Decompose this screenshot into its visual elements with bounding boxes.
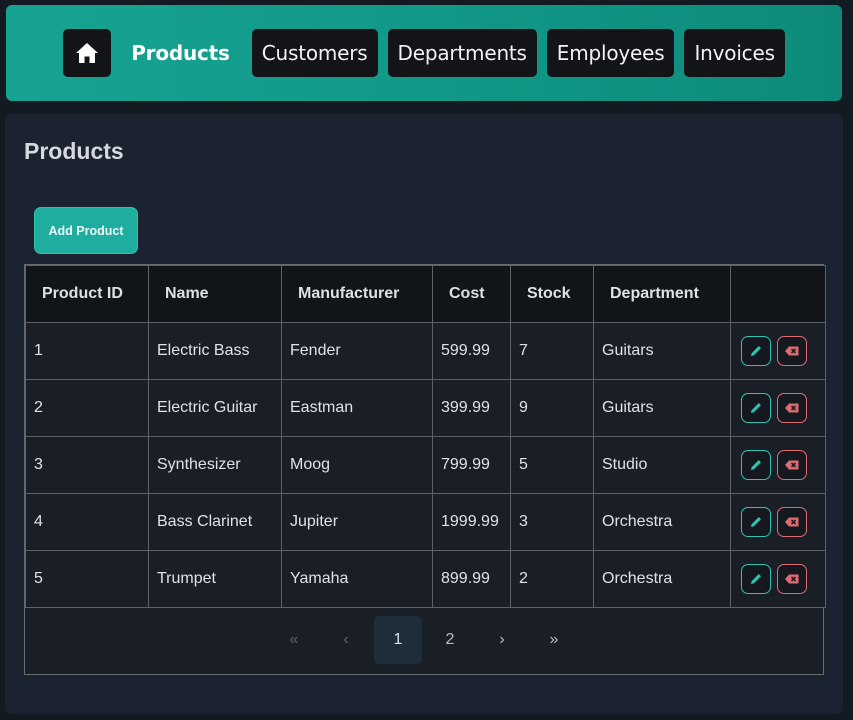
cell-cost: 899.99 xyxy=(432,550,511,608)
cell-product-id: 1 xyxy=(25,322,149,380)
table-row: 3 Synthesizer Moog 799.99 5 Studio xyxy=(25,436,826,494)
cell-actions xyxy=(730,436,826,494)
cell-department: Orchestra xyxy=(593,493,731,551)
delete-icon xyxy=(785,346,799,356)
delete-button[interactable] xyxy=(777,393,807,423)
page-2-button[interactable]: 2 xyxy=(426,616,474,664)
delete-icon xyxy=(785,574,799,584)
first-page-button[interactable]: « xyxy=(270,616,318,664)
column-header-department[interactable]: Department xyxy=(593,265,731,323)
cell-manufacturer: Yamaha xyxy=(281,550,433,608)
last-page-button[interactable]: » xyxy=(530,616,578,664)
page-1-button[interactable]: 1 xyxy=(374,616,422,664)
page-title: Products xyxy=(24,138,124,164)
nav-employees[interactable]: Employees xyxy=(546,29,675,77)
delete-icon xyxy=(785,460,799,470)
nav-customers[interactable]: Customers xyxy=(251,29,378,77)
cell-stock: 9 xyxy=(510,379,594,437)
cell-product-id: 2 xyxy=(25,379,149,437)
cell-cost: 1999.99 xyxy=(432,493,511,551)
cell-stock: 3 xyxy=(510,493,594,551)
delete-button[interactable] xyxy=(777,450,807,480)
cell-actions xyxy=(730,379,826,437)
table-row: 5 Trumpet Yamaha 899.99 2 Orchestra xyxy=(25,550,826,608)
add-product-button[interactable]: Add Product xyxy=(34,207,138,254)
pagination: « ‹ 1 2 › » xyxy=(25,605,823,675)
cell-manufacturer: Moog xyxy=(281,436,433,494)
nav-products[interactable]: Products xyxy=(121,29,242,77)
home-icon xyxy=(76,43,99,63)
cell-name: Electric Guitar xyxy=(148,379,282,437)
cell-cost: 399.99 xyxy=(432,379,511,437)
cell-cost: 799.99 xyxy=(432,436,511,494)
delete-button[interactable] xyxy=(777,564,807,594)
cell-actions xyxy=(730,322,826,380)
cell-name: Trumpet xyxy=(148,550,282,608)
next-page-button[interactable]: › xyxy=(478,616,526,664)
pencil-icon xyxy=(751,517,761,527)
cell-department: Studio xyxy=(593,436,731,494)
edit-button[interactable] xyxy=(741,393,771,423)
home-button[interactable] xyxy=(63,29,112,77)
table-row: 1 Electric Bass Fender 599.99 7 Guitars xyxy=(25,322,826,380)
delete-button[interactable] xyxy=(777,507,807,537)
edit-button[interactable] xyxy=(741,507,771,537)
cell-stock: 7 xyxy=(510,322,594,380)
table-row: 2 Electric Guitar Eastman 399.99 9 Guita… xyxy=(25,379,826,437)
cell-stock: 5 xyxy=(510,436,594,494)
cell-department: Orchestra xyxy=(593,550,731,608)
cell-product-id: 5 xyxy=(25,550,149,608)
prev-page-button[interactable]: ‹ xyxy=(322,616,370,664)
table-row: 4 Bass Clarinet Jupiter 1999.99 3 Orches… xyxy=(25,493,826,551)
cell-manufacturer: Jupiter xyxy=(281,493,433,551)
pencil-icon xyxy=(751,574,761,584)
nav-invoices[interactable]: Invoices xyxy=(684,29,785,77)
cell-department: Guitars xyxy=(593,379,731,437)
cell-department: Guitars xyxy=(593,322,731,380)
delete-button[interactable] xyxy=(777,336,807,366)
pencil-icon xyxy=(751,403,761,413)
column-header-actions xyxy=(730,265,826,323)
cell-manufacturer: Eastman xyxy=(281,379,433,437)
column-header-product-id[interactable]: Product ID xyxy=(25,265,149,323)
cell-stock: 2 xyxy=(510,550,594,608)
top-navbar: Products Customers Departments Employees… xyxy=(6,5,842,101)
cell-product-id: 4 xyxy=(25,493,149,551)
pencil-icon xyxy=(751,460,761,470)
column-header-manufacturer[interactable]: Manufacturer xyxy=(281,265,433,323)
products-panel: Products Add Product Product ID Name Man… xyxy=(5,114,843,714)
cell-actions xyxy=(730,550,826,608)
products-table: Product ID Name Manufacturer Cost Stock … xyxy=(24,264,826,675)
table-header-row: Product ID Name Manufacturer Cost Stock … xyxy=(25,265,826,323)
cell-product-id: 3 xyxy=(25,436,149,494)
cell-cost: 599.99 xyxy=(432,322,511,380)
cell-name: Electric Bass xyxy=(148,322,282,380)
pencil-icon xyxy=(751,346,761,356)
cell-manufacturer: Fender xyxy=(281,322,433,380)
nav-departments[interactable]: Departments xyxy=(387,29,537,77)
column-header-cost[interactable]: Cost xyxy=(432,265,511,323)
cell-name: Bass Clarinet xyxy=(148,493,282,551)
column-header-name[interactable]: Name xyxy=(148,265,282,323)
delete-icon xyxy=(785,517,799,527)
cell-actions xyxy=(730,493,826,551)
edit-button[interactable] xyxy=(741,336,771,366)
edit-button[interactable] xyxy=(741,564,771,594)
cell-name: Synthesizer xyxy=(148,436,282,494)
delete-icon xyxy=(785,403,799,413)
column-header-stock[interactable]: Stock xyxy=(510,265,594,323)
edit-button[interactable] xyxy=(741,450,771,480)
